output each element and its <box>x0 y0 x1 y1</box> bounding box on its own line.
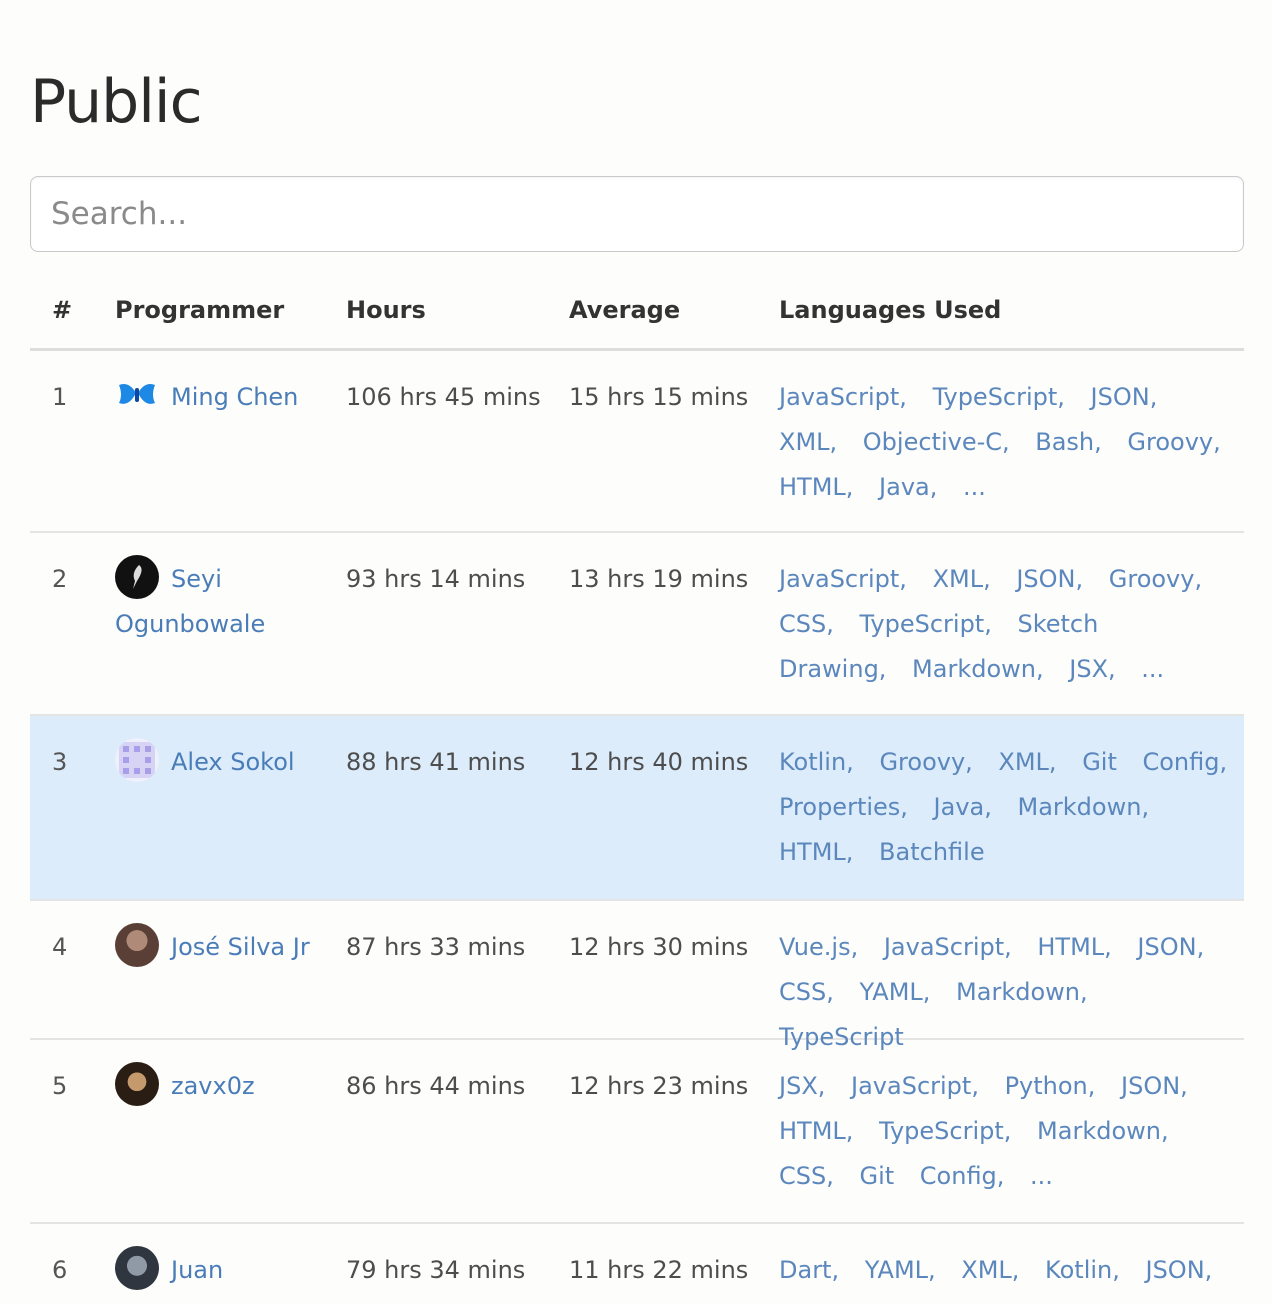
rank-cell: 6 <box>52 1256 68 1284</box>
table-row: 6 Juan 79 hrs 34 mins 11 hrs 22 mins Dar… <box>30 1224 1244 1304</box>
average-cell: 12 hrs 40 mins <box>569 748 749 776</box>
languages-cell: JavaScript, TypeScript, JSON, XML, Objec… <box>779 383 1221 501</box>
header-programmer: Programmer <box>115 296 285 324</box>
hours-cell: 106 hrs 45 mins <box>346 383 541 411</box>
programmer-cell: zavx0z <box>115 1062 330 1109</box>
languages-cell: Dart, YAML, XML, Kotlin, JSON, <box>779 1256 1213 1284</box>
search-input[interactable] <box>31 177 1243 251</box>
table-row: 4 José Silva Jr 87 hrs 33 mins 12 hrs 30… <box>30 901 1244 1051</box>
programmer-link[interactable]: zavx0z <box>171 1072 255 1100</box>
hours-cell: 79 hrs 34 mins <box>346 1256 526 1284</box>
rank-cell: 4 <box>52 933 68 961</box>
photo-avatar <box>115 1062 159 1106</box>
photo-avatar <box>115 923 159 967</box>
programmer-link[interactable]: Ming Chen <box>171 383 298 411</box>
average-cell: 11 hrs 22 mins <box>569 1256 749 1284</box>
dark-avatar <box>115 555 159 599</box>
table-row: 1 Ming Chen 106 hrs 45 mins 15 hrs 15 mi… <box>30 351 1244 533</box>
programmer-link[interactable]: Alex Sokol <box>171 748 295 776</box>
rank-cell: 5 <box>52 1072 68 1100</box>
hours-cell: 88 hrs 41 mins <box>346 748 526 776</box>
hours-cell: 86 hrs 44 mins <box>346 1072 526 1100</box>
table-row: 3 Alex Sokol 88 hrs 41 mins 12 hrs 40 mi… <box>30 716 1244 901</box>
average-cell: 12 hrs 23 mins <box>569 1072 749 1100</box>
rank-cell: 2 <box>52 565 68 593</box>
header-average: Average <box>569 296 681 324</box>
average-cell: 12 hrs 30 mins <box>569 933 749 961</box>
programmer-cell: Alex Sokol <box>115 738 330 785</box>
programmer-cell: Seyi Ogunbowale <box>115 555 330 647</box>
languages-cell: JSX, JavaScript, Python, JSON, HTML, Typ… <box>779 1072 1188 1190</box>
programmer-cell: Ming Chen <box>115 375 330 420</box>
page-title: Public <box>30 67 203 137</box>
table-row: 5 zavx0z 86 hrs 44 mins 12 hrs 23 mins J… <box>30 1040 1244 1224</box>
butterfly-avatar <box>115 373 159 417</box>
header-rank: # <box>52 296 73 324</box>
average-cell: 15 hrs 15 mins <box>569 383 749 411</box>
table-header: # Programmer Hours Average Languages Use… <box>30 276 1244 351</box>
programmer-cell: José Silva Jr <box>115 923 330 970</box>
programmer-cell: Juan <box>115 1246 330 1293</box>
pattern-avatar <box>115 738 159 782</box>
leaderboard-table: # Programmer Hours Average Languages Use… <box>30 276 1244 1304</box>
header-languages: Languages Used <box>779 296 1002 324</box>
programmer-link[interactable]: José Silva Jr <box>171 933 310 961</box>
rank-cell: 3 <box>52 748 68 776</box>
languages-cell: Kotlin, Groovy, XML, Git Config, Propert… <box>779 748 1228 866</box>
average-cell: 13 hrs 19 mins <box>569 565 749 593</box>
header-hours: Hours <box>346 296 426 324</box>
table-row: 2 Seyi Ogunbowale 93 hrs 14 mins 13 hrs … <box>30 533 1244 716</box>
photo-avatar <box>115 1246 159 1290</box>
search-box[interactable] <box>30 176 1244 252</box>
hours-cell: 87 hrs 33 mins <box>346 933 526 961</box>
rank-cell: 1 <box>52 383 68 411</box>
hours-cell: 93 hrs 14 mins <box>346 565 526 593</box>
languages-cell: JavaScript, XML, JSON, Groovy, CSS, Type… <box>779 565 1203 683</box>
